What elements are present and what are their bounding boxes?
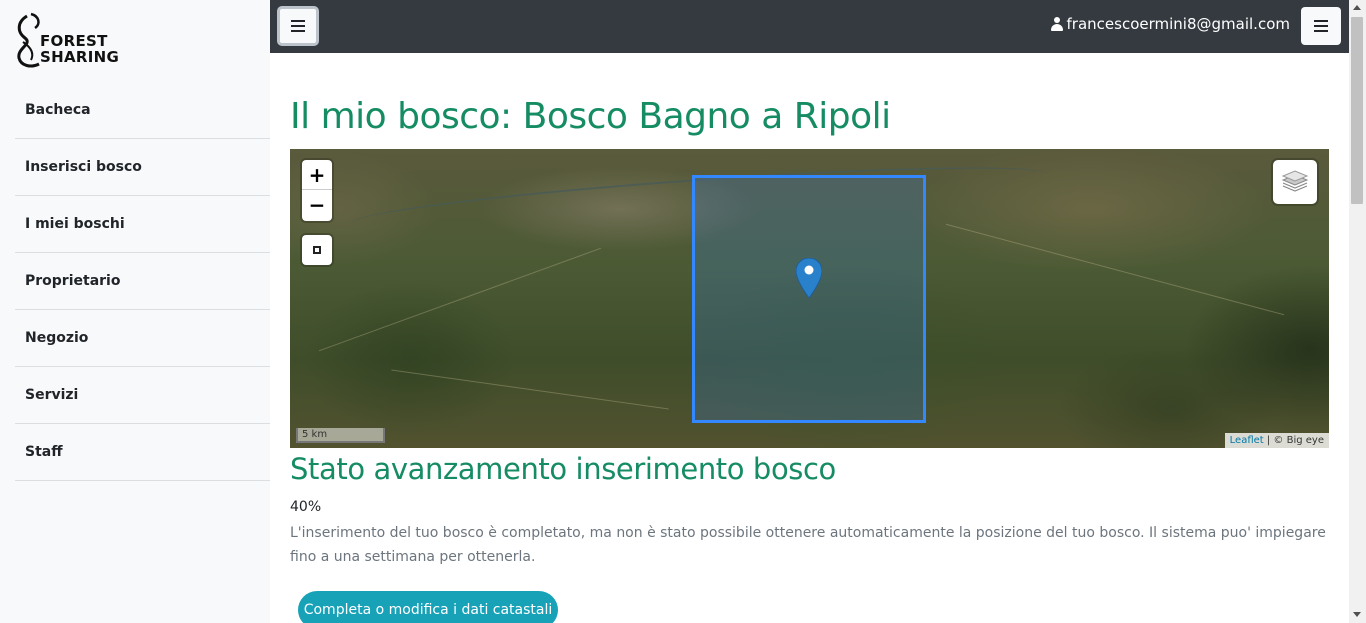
sidebar-item-label: Proprietario: [25, 273, 121, 289]
sidebar: FOREST SHARING Bacheca Inserisci bosco I…: [0, 0, 270, 623]
logo-line-2: SHARING: [40, 48, 120, 66]
sidebar-item-inserisci-bosco[interactable]: Inserisci bosco: [15, 139, 270, 196]
logo-line-1: FOREST: [40, 32, 108, 50]
forest-map[interactable]: + − 5 km Leaflet | © Big eye: [290, 149, 1329, 448]
sidebar-item-servizi[interactable]: Servizi: [15, 367, 270, 424]
top-navbar: francescoermini8@gmail.com: [270, 0, 1349, 53]
draw-rectangle-icon: [313, 246, 321, 254]
zoom-out-button[interactable]: −: [302, 190, 332, 220]
sidebar-item-proprietario[interactable]: Proprietario: [15, 253, 270, 310]
sidebar-nav: Bacheca Inserisci bosco I miei boschi Pr…: [15, 82, 270, 481]
attribution-text: | © Big eye: [1263, 435, 1324, 446]
scrollbar-thumb[interactable]: [1351, 17, 1363, 204]
page-title: Il mio bosco: Bosco Bagno a Ripoli: [290, 96, 891, 137]
map-road: [318, 247, 602, 352]
progress-description: L'inserimento del tuo bosco è completato…: [290, 525, 1326, 565]
sidebar-item-bacheca[interactable]: Bacheca: [15, 82, 270, 139]
user-email: francescoermini8@gmail.com: [1066, 15, 1290, 33]
user-icon: [1050, 16, 1063, 32]
scroll-up-arrow-icon[interactable]: [1353, 5, 1361, 10]
draw-rectangle-button[interactable]: [302, 235, 332, 265]
sidebar-item-label: Inserisci bosco: [25, 159, 142, 175]
map-attribution: Leaflet | © Big eye: [1224, 433, 1329, 448]
forest-sharing-logo[interactable]: FOREST SHARING: [13, 12, 128, 70]
complete-cadastral-data-button[interactable]: Completa o modifica i dati catastali: [298, 591, 558, 623]
page-scrollbar[interactable]: [1349, 0, 1366, 623]
map-marker-icon[interactable]: [796, 258, 822, 298]
sidebar-item-label: Bacheca: [25, 102, 91, 118]
sidebar-item-negozio[interactable]: Negozio: [15, 310, 270, 367]
sidebar-item-label: Negozio: [25, 330, 89, 346]
sidebar-item-label: Staff: [25, 444, 63, 460]
map-scale: 5 km: [296, 428, 385, 443]
progress-percent: 40%: [290, 499, 322, 515]
user-account[interactable]: francescoermini8@gmail.com: [1050, 15, 1290, 33]
leaflet-link[interactable]: Leaflet: [1230, 435, 1264, 446]
sidebar-item-i-miei-boschi[interactable]: I miei boschi: [15, 196, 270, 253]
sidebar-item-label: I miei boschi: [25, 216, 125, 232]
hamburger-icon: [291, 20, 305, 32]
map-road: [945, 223, 1285, 316]
layers-icon: [1281, 170, 1309, 192]
sidebar-toggle-button[interactable]: [277, 6, 319, 46]
map-road: [391, 369, 669, 410]
hamburger-icon: [1314, 20, 1328, 32]
zoom-in-button[interactable]: +: [302, 160, 332, 190]
navbar-toggle-button[interactable]: [1301, 7, 1341, 45]
scroll-down-arrow-icon[interactable]: [1353, 612, 1361, 617]
sidebar-item-label: Servizi: [25, 387, 79, 403]
logo-text: FOREST SHARING: [40, 33, 119, 65]
zoom-control: + −: [302, 160, 332, 221]
sidebar-item-staff[interactable]: Staff: [15, 424, 270, 481]
layers-button[interactable]: [1273, 160, 1317, 204]
forest-bounding-box[interactable]: [692, 175, 926, 423]
progress-section-title: Stato avanzamento inserimento bosco: [290, 452, 836, 486]
